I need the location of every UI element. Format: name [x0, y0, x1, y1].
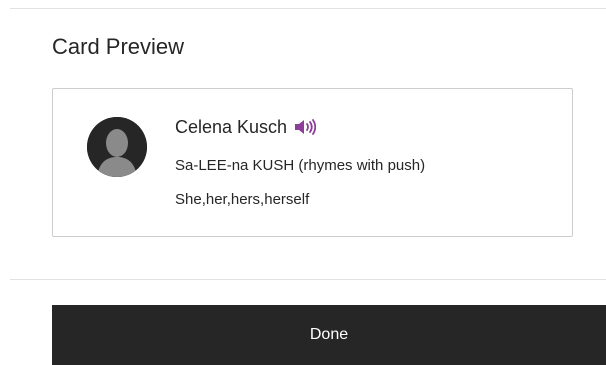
speaker-sound-icon — [295, 119, 317, 135]
footer-divider — [10, 279, 606, 280]
section-title: Card Preview — [52, 34, 185, 59]
play-pronunciation-button[interactable] — [293, 116, 317, 138]
top-divider — [10, 8, 606, 9]
person-name: Celena Kusch — [175, 117, 288, 137]
done-button[interactable]: Done — [52, 305, 606, 365]
pronouns: She,her,hers,herself — [175, 191, 310, 208]
name-row: Celena Kusch — [175, 115, 317, 139]
avatar — [87, 117, 147, 177]
profile-card-preview: Celena Kusch Sa-LEE-na KUSH (rhymes with… — [52, 88, 573, 237]
name-pronunciation: Sa-LEE-na KUSH (rhymes with push) — [175, 157, 426, 174]
user-silhouette-icon — [87, 117, 147, 177]
